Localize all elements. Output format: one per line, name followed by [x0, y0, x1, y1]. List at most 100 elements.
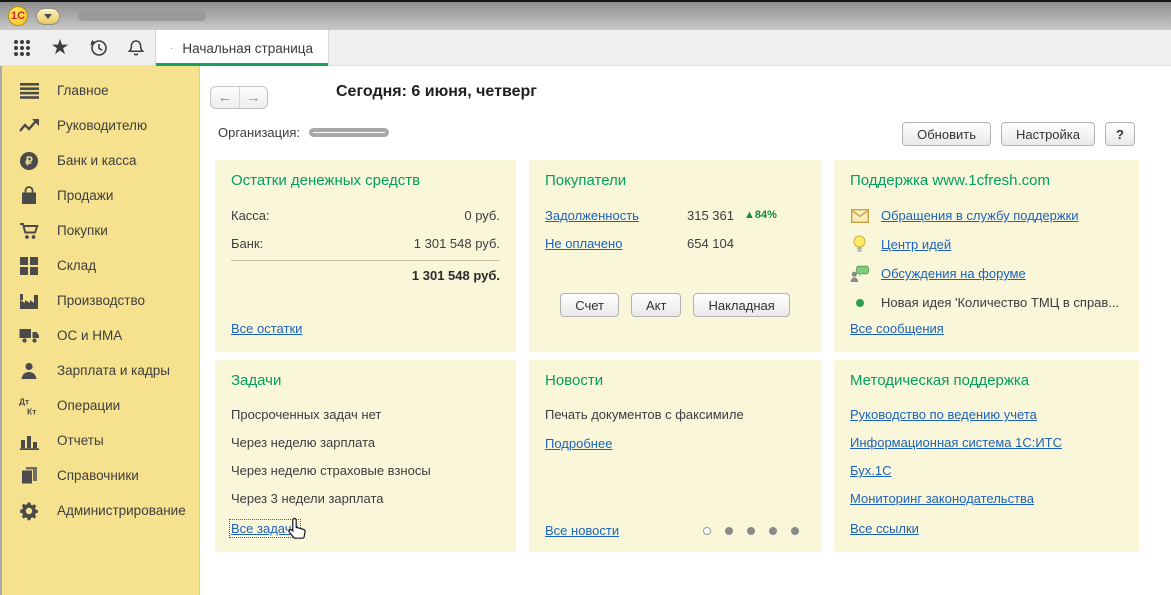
- support-requests-link[interactable]: Обращения в службу поддержки: [881, 208, 1079, 223]
- card-tasks: Задачи Просроченных задач нет Через неде…: [215, 360, 516, 552]
- sidebar-item-label: Операции: [57, 398, 120, 413]
- bell-icon: [126, 38, 146, 58]
- sidebar-item-directories[interactable]: Справочники: [2, 458, 199, 493]
- law-monitoring-link[interactable]: Мониторинг законодательства: [850, 485, 1123, 513]
- unpaid-link[interactable]: Не оплачено: [545, 236, 622, 251]
- forum-discussions-link[interactable]: Обсуждения на форуме: [881, 266, 1026, 281]
- all-messages-link[interactable]: Все сообщения: [850, 321, 944, 336]
- card-title: Методическая поддержка: [850, 372, 1123, 389]
- forward-button[interactable]: →: [239, 87, 267, 108]
- tab-label: Начальная страница: [182, 41, 313, 56]
- sidebar-item-label: Банк и касса: [57, 153, 137, 168]
- tab-home-page[interactable]: Начальная страница: [155, 30, 329, 66]
- bank-value: 1 301 548 руб.: [414, 236, 500, 251]
- pager-dot-active[interactable]: [703, 527, 711, 535]
- pager-dot[interactable]: [747, 527, 755, 535]
- pager-dot[interactable]: [725, 527, 733, 535]
- help-button[interactable]: ?: [1105, 122, 1135, 146]
- support-news-item: Новая идея 'Количество ТМЦ в справ...: [881, 295, 1119, 310]
- card-title: Покупатели: [545, 172, 805, 189]
- svg-text:Кт: Кт: [27, 406, 36, 416]
- sidebar-item-payroll-hr[interactable]: Зарплата и кадры: [2, 353, 199, 388]
- all-news-link[interactable]: Все новости: [545, 523, 619, 538]
- sidebar-item-label: Зарплата и кадры: [57, 363, 170, 378]
- sidebar-item-label: Администрирование: [57, 503, 186, 518]
- card-support: Поддержка www.1cfresh.com Обращения в сл…: [834, 160, 1139, 352]
- person-icon: [18, 360, 40, 382]
- chevron-down-icon: [44, 14, 52, 19]
- tab-strip: ★ Начальная страница: [0, 30, 1171, 66]
- buh1c-link[interactable]: Бух.1С: [850, 457, 1123, 485]
- its-system-link[interactable]: Информационная система 1С:ИТС: [850, 429, 1123, 457]
- cart-icon: [18, 220, 40, 242]
- history-button[interactable]: [79, 30, 117, 65]
- back-button[interactable]: ←: [211, 87, 239, 108]
- warehouse-icon: [18, 255, 40, 277]
- sidebar-item-reports[interactable]: Отчеты: [2, 423, 199, 458]
- main-header: ← → Сегодня: 6 июня, четверг Организация…: [200, 66, 1171, 160]
- invoice-button[interactable]: Счет: [560, 293, 619, 317]
- arrow-right-icon: →: [246, 89, 261, 106]
- idea-bulb-icon: [850, 235, 869, 254]
- all-links-link[interactable]: Все ссылки: [850, 521, 919, 536]
- all-tasks-link[interactable]: Все задачи: [231, 521, 299, 536]
- sidebar-item-label: Отчеты: [57, 433, 104, 448]
- sidebar-item-purchases[interactable]: Покупки: [2, 213, 199, 248]
- chart-icon: [18, 430, 40, 452]
- arrow-left-icon: ←: [218, 89, 233, 106]
- trend-icon: [18, 115, 40, 137]
- organization-label: Организация:: [218, 125, 300, 140]
- main-area: ← → Сегодня: 6 июня, четверг Организация…: [200, 66, 1171, 595]
- all-functions-button[interactable]: [3, 30, 41, 65]
- dtkt-icon: ДтКт: [18, 395, 40, 417]
- apps-grid-icon: [12, 38, 32, 58]
- task-item: Через неделю страховые взносы: [231, 457, 500, 485]
- sidebar-item-label: Покупки: [57, 223, 108, 238]
- sidebar-item-manager[interactable]: Руководителю: [2, 108, 199, 143]
- refresh-button[interactable]: Обновить: [902, 122, 991, 146]
- sidebar-item-label: Справочники: [57, 468, 139, 483]
- ruble-icon: ₽: [18, 150, 40, 172]
- svg-text:₽: ₽: [25, 156, 33, 168]
- card-news: Новости Печать документов с факсимиле По…: [529, 360, 821, 552]
- all-balances-link[interactable]: Все остатки: [231, 321, 302, 336]
- gear-icon: [18, 500, 40, 522]
- debt-link[interactable]: Задолженность: [545, 208, 639, 223]
- task-item: Через неделю зарплата: [231, 429, 500, 457]
- sidebar-item-main[interactable]: Главное: [2, 73, 199, 108]
- accounting-guide-link[interactable]: Руководство по ведению учета: [850, 401, 1123, 429]
- main-menu-dropdown-button[interactable]: [36, 8, 60, 25]
- total-divider: [231, 260, 500, 261]
- notifications-button[interactable]: [117, 30, 155, 65]
- books-icon: [18, 465, 40, 487]
- sidebar-item-production[interactable]: Производство: [2, 283, 199, 318]
- factory-icon: [18, 290, 40, 312]
- card-cash-balances: Остатки денежных средств Касса: 0 руб. Б…: [215, 160, 516, 352]
- organization-field-redacted[interactable]: [309, 128, 389, 137]
- act-button[interactable]: Акт: [631, 293, 681, 317]
- pager-dot[interactable]: [791, 527, 799, 535]
- home-icon: [171, 40, 172, 57]
- news-pager: [703, 527, 799, 535]
- sidebar-item-operations[interactable]: ДтКт Операции: [2, 388, 199, 423]
- pager-dot[interactable]: [769, 527, 777, 535]
- task-item: Просроченных задач нет: [231, 401, 500, 429]
- card-title: Задачи: [231, 372, 500, 389]
- svg-text:Дт: Дт: [19, 396, 29, 406]
- sidebar-item-label: Главное: [57, 83, 109, 98]
- favorites-button[interactable]: ★: [41, 30, 79, 65]
- waybill-button[interactable]: Накладная: [693, 293, 789, 317]
- bullet-dot-icon: [856, 299, 864, 307]
- sidebar-item-sales[interactable]: Продажи: [2, 178, 199, 213]
- idea-center-link[interactable]: Центр идей: [881, 237, 951, 252]
- sidebar-item-administration[interactable]: Администрирование: [2, 493, 199, 528]
- bank-label: Банк:: [231, 236, 263, 251]
- forum-icon: [850, 265, 869, 283]
- sidebar-item-fixed-assets[interactable]: ОС и НМА: [2, 318, 199, 353]
- news-more-link[interactable]: Подробнее: [545, 436, 612, 451]
- card-title: Остатки денежных средств: [231, 172, 500, 189]
- sidebar-item-warehouse[interactable]: Склад: [2, 248, 199, 283]
- sidebar-item-bank-cash[interactable]: ₽ Банк и касса: [2, 143, 199, 178]
- sidebar-item-label: Продажи: [57, 188, 113, 203]
- settings-button[interactable]: Настройка: [1001, 122, 1095, 146]
